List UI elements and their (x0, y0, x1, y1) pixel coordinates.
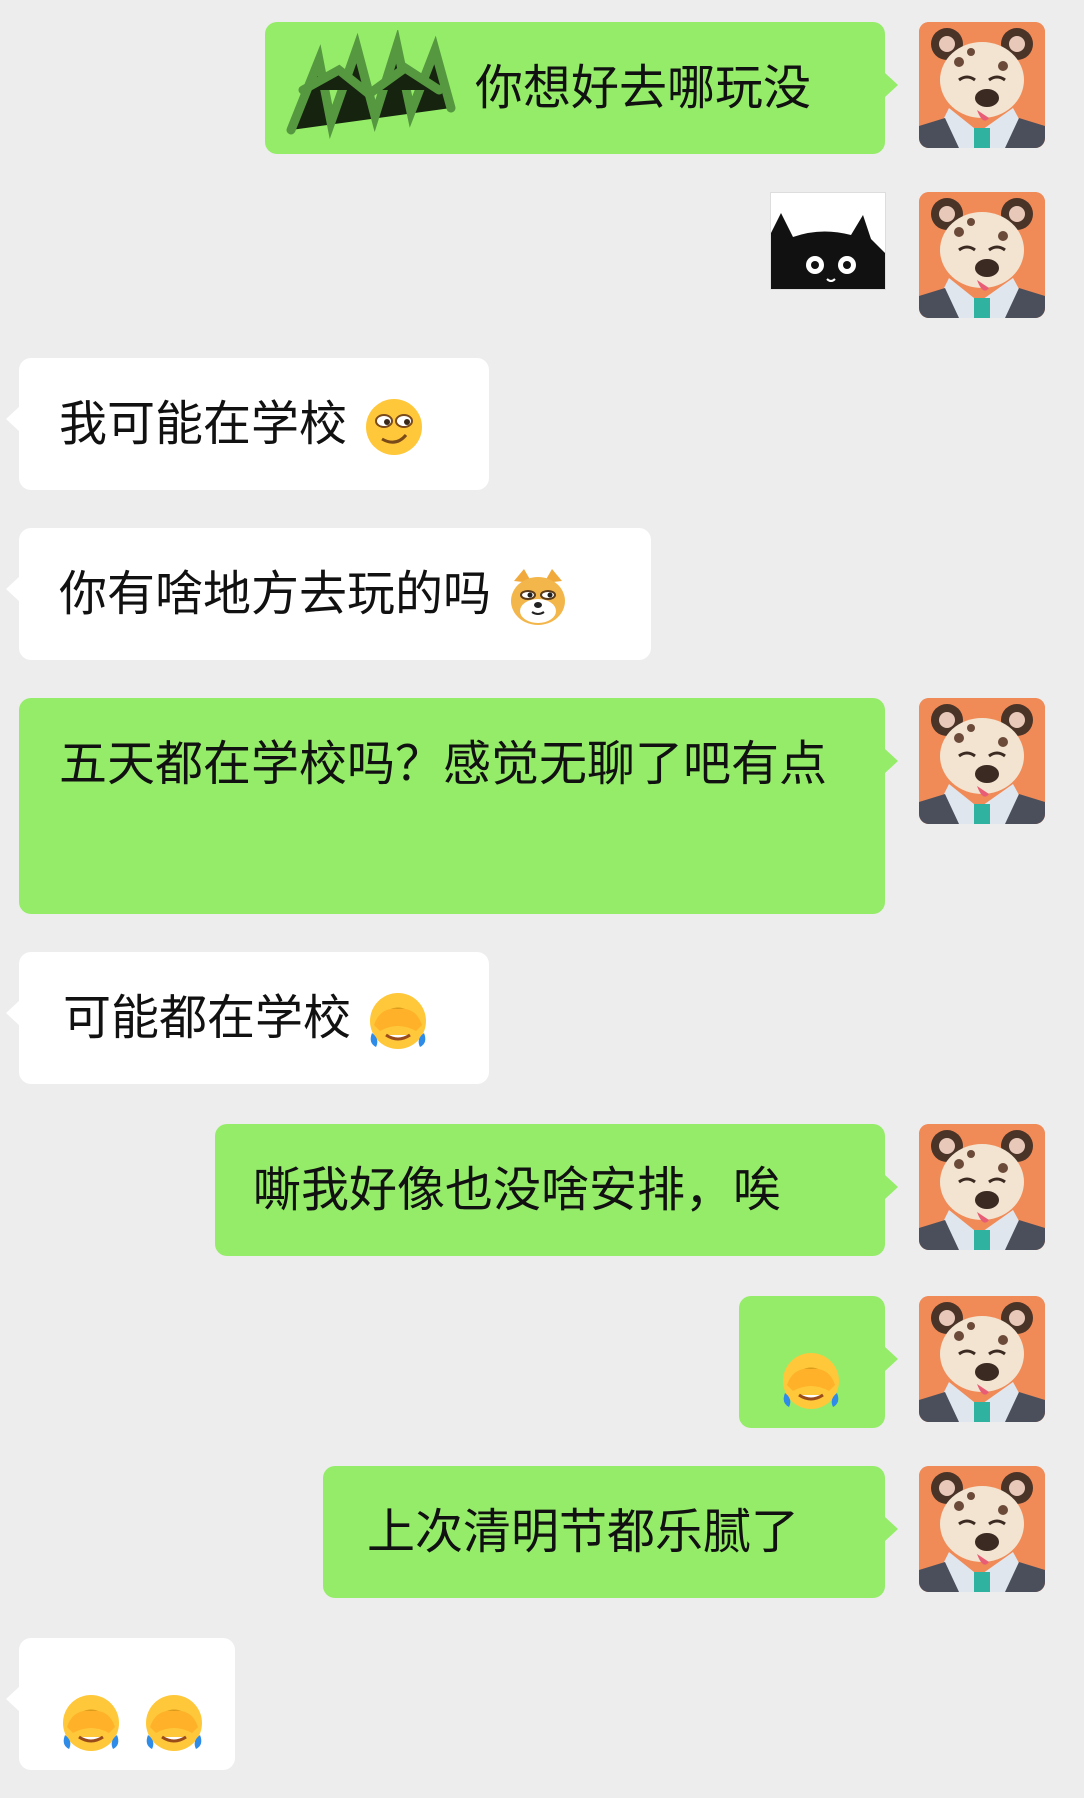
message-row-6: 可能都在学校 (0, 952, 1084, 1084)
my-message-bubble[interactable]: 上次清明节都乐腻了 (323, 1466, 898, 1598)
hyena-avatar-icon (919, 22, 1045, 148)
my-message-bubble[interactable] (739, 1296, 898, 1428)
hyena-avatar-icon (919, 192, 1045, 318)
message-text: 我可能在学校 (59, 396, 348, 452)
message-text: 上次清明节都乐腻了 (367, 1504, 800, 1560)
message-row-8 (0, 1296, 1084, 1428)
message-text: 五天都在学校吗？感觉无聊了吧有点 (59, 736, 828, 792)
message-text: 你有啥地方去玩的吗 (59, 566, 492, 622)
message-text: 嘶我好像也没啥安排，唉 (253, 1162, 782, 1218)
my-avatar[interactable] (919, 1124, 1045, 1250)
my-avatar[interactable] (919, 1466, 1045, 1592)
other-message-bubble[interactable]: 你有啥地方去玩的吗 (6, 528, 651, 660)
my-message-bubble[interactable]: 五天都在学校吗？感觉无聊了吧有点 (19, 698, 898, 914)
other-message-bubble[interactable] (6, 1638, 235, 1770)
message-row-2 (0, 192, 1084, 318)
message-row-5: 五天都在学校吗？感觉无聊了吧有点 (0, 698, 1084, 914)
facepalm-cry-emoji-icon (779, 1349, 843, 1413)
other-message-bubble[interactable]: 可能都在学校 (6, 952, 489, 1084)
hyena-avatar-icon (919, 1296, 1045, 1422)
redaction-scribble (286, 30, 456, 140)
black-cat-sticker[interactable] (770, 192, 886, 290)
my-message-bubble[interactable]: 嘶我好像也没啥安排，唉 (215, 1124, 898, 1256)
hyena-avatar-icon (919, 1466, 1045, 1592)
message-row-1: 你想好去哪玩没 (0, 22, 1084, 154)
message-row-10 (0, 1638, 1084, 1770)
my-avatar[interactable] (919, 698, 1045, 824)
hyena-avatar-icon (919, 1124, 1045, 1250)
message-text: 可能都在学校 (63, 990, 352, 1046)
my-avatar[interactable] (919, 192, 1045, 318)
my-avatar[interactable] (919, 1296, 1045, 1422)
message-row-4: 你有啥地方去玩的吗 (0, 528, 1084, 660)
my-message-bubble[interactable]: 你想好去哪玩没 (265, 22, 898, 154)
facepalm-cry-emoji-icon (366, 989, 430, 1053)
message-row-9: 上次清明节都乐腻了 (0, 1466, 1084, 1598)
facepalm-cry-emoji-icon (142, 1691, 206, 1755)
facepalm-cry-emoji-icon (59, 1691, 123, 1755)
smirk-emoji-icon (362, 395, 426, 459)
my-avatar[interactable] (919, 22, 1045, 148)
black-cat-icon (771, 213, 885, 289)
doge-emoji-icon (506, 565, 570, 629)
message-text: 你想好去哪玩没 (475, 60, 812, 116)
other-message-bubble[interactable]: 我可能在学校 (6, 358, 489, 490)
message-row-7: 嘶我好像也没啥安排，唉 (0, 1124, 1084, 1256)
hyena-avatar-icon (919, 698, 1045, 824)
message-row-3: 我可能在学校 (0, 358, 1084, 490)
